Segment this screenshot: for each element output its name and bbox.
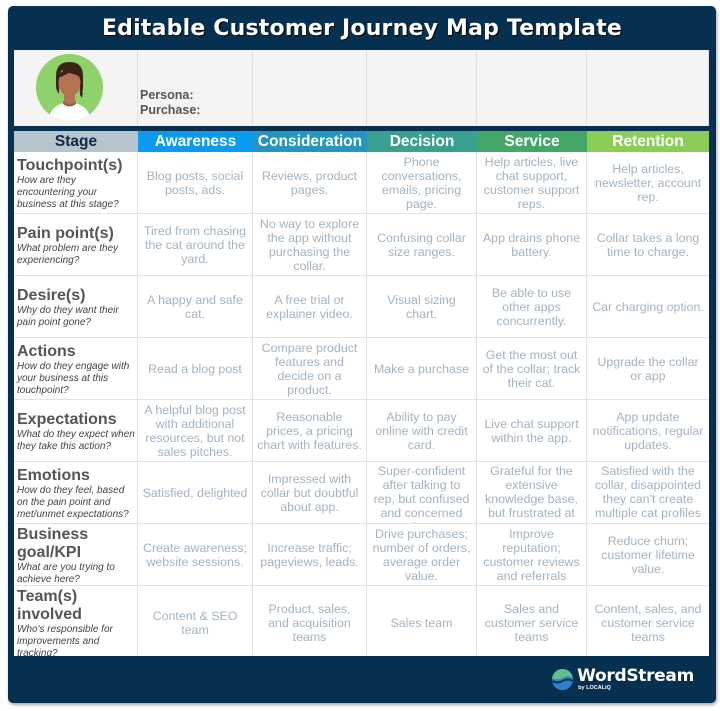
cell-decision[interactable]: Sales team bbox=[367, 586, 477, 656]
header-retention: Retention bbox=[587, 131, 709, 152]
row-title: Actions bbox=[17, 342, 76, 360]
cell-awareness[interactable]: A helpful blog post with additional reso… bbox=[138, 400, 253, 461]
cell-retention[interactable]: Car charging option. bbox=[587, 276, 709, 337]
row-label-cell: Actions How do they engage with your busi… bbox=[14, 338, 138, 399]
row-title: Pain point(s) bbox=[17, 224, 114, 242]
journey-row: Pain point(s) What problem are they exper… bbox=[14, 214, 709, 276]
persona-avatar-icon bbox=[48, 62, 91, 121]
cell-consideration[interactable]: Product, sales, and acquisition teams bbox=[253, 586, 367, 656]
row-label-cell: Expectations What do they expect when the… bbox=[14, 400, 138, 461]
cell-awareness[interactable]: Blog posts, social posts, ads. bbox=[138, 152, 253, 213]
cell-awareness[interactable]: Tired from chasing the cat around the ya… bbox=[138, 214, 253, 275]
wordstream-logo-icon bbox=[552, 668, 574, 690]
cell-consideration[interactable]: Reviews, product pages. bbox=[253, 152, 367, 213]
journey-row: Emotions How do they feel, based on the p… bbox=[14, 462, 709, 524]
cell-consideration[interactable]: Reasonable prices, a pricing chart with … bbox=[253, 400, 367, 461]
cell-retention[interactable]: Help articles, newsletter, account rep. bbox=[587, 152, 709, 213]
persona-blank-cell[interactable] bbox=[477, 50, 587, 126]
cell-decision[interactable]: Ability to pay online with credit card. bbox=[367, 400, 477, 461]
journey-row: Business goal/KPI What are you trying to … bbox=[14, 524, 709, 586]
cell-retention[interactable]: App update notifications, regular update… bbox=[587, 400, 709, 461]
row-subtitle: How are they encountering your business … bbox=[17, 174, 119, 210]
row-title: Team(s) involved bbox=[17, 588, 82, 623]
cell-consideration[interactable]: Increase traffic; pageviews, leads. bbox=[253, 524, 367, 585]
persona-info-cell[interactable]: Persona: Purchase: bbox=[138, 50, 253, 126]
cell-consideration[interactable]: A free trial or explainer video. bbox=[253, 276, 367, 337]
wordstream-logo: WordStream by LOCALiQ bbox=[552, 665, 694, 692]
journey-row: Actions How do they engage with your busi… bbox=[14, 338, 709, 400]
cell-service[interactable]: App drains phone battery. bbox=[477, 214, 587, 275]
row-subtitle: What are you trying to achieve here? bbox=[17, 561, 115, 585]
cell-decision[interactable]: Confusing collar size ranges. bbox=[367, 214, 477, 275]
row-subtitle: Why do they want their pain point gone? bbox=[17, 304, 119, 328]
header-consideration: Consideration bbox=[253, 131, 367, 152]
brand-name: WordStream bbox=[577, 665, 694, 686]
row-title: Business goal/KPI bbox=[17, 525, 89, 561]
journey-rows: Touchpoint(s) How are they encountering y… bbox=[14, 152, 709, 656]
journey-map-sheet: Persona: Purchase: Stage Awareness Consi… bbox=[14, 50, 709, 656]
cell-service[interactable]: Help articles, live chat support, custom… bbox=[477, 152, 587, 213]
journey-row: Team(s) involved Who's responsible for im… bbox=[14, 586, 709, 656]
row-label-cell: Emotions How do they feel, based on the p… bbox=[14, 462, 138, 523]
avatar-cell bbox=[14, 50, 138, 126]
persona-label: Persona: bbox=[140, 88, 194, 102]
header-service: Service bbox=[477, 131, 587, 152]
cell-awareness[interactable]: Content & SEO team bbox=[138, 586, 253, 656]
row-label-cell: Pain point(s) What problem are they exper… bbox=[14, 214, 138, 275]
row-subtitle: What do they expect when they take this … bbox=[17, 428, 135, 452]
cell-retention[interactable]: Collar takes a long time to charge. bbox=[587, 214, 709, 275]
cell-consideration[interactable]: Compare product features and decide on a… bbox=[253, 338, 367, 399]
row-label-cell: Touchpoint(s) How are they encountering y… bbox=[14, 152, 138, 213]
journey-row: Touchpoint(s) How are they encountering y… bbox=[14, 152, 709, 214]
cell-consideration[interactable]: No way to explore the app without purcha… bbox=[253, 214, 367, 275]
cell-consideration[interactable]: Impressed with collar but doubtful about… bbox=[253, 462, 367, 523]
persona-blank-cell[interactable] bbox=[367, 50, 477, 126]
row-label-cell: Desire(s) Why do they want their pain poi… bbox=[14, 276, 138, 337]
cell-service[interactable]: Grateful for the extensive knowledge bas… bbox=[477, 462, 587, 523]
cell-retention[interactable]: Content, sales, and customer service tea… bbox=[587, 586, 709, 656]
persona-row: Persona: Purchase: bbox=[14, 50, 709, 126]
cell-service[interactable]: Get the most out of the collar; track th… bbox=[477, 338, 587, 399]
cell-decision[interactable]: Make a purchase bbox=[367, 338, 477, 399]
journey-row: Expectations What do they expect when the… bbox=[14, 400, 709, 462]
persona-blank-cell[interactable] bbox=[253, 50, 367, 126]
cell-awareness[interactable]: Read a blog post bbox=[138, 338, 253, 399]
cell-service[interactable]: Live chat support within the app. bbox=[477, 400, 587, 461]
cell-awareness[interactable]: Satisfied, delighted bbox=[138, 462, 253, 523]
cell-decision[interactable]: Super-confident after talking to rep, bu… bbox=[367, 462, 477, 523]
row-label-cell: Team(s) involved Who's responsible for im… bbox=[14, 586, 138, 656]
journey-row: Desire(s) Why do they want their pain poi… bbox=[14, 276, 709, 338]
purchase-label: Purchase: bbox=[140, 102, 201, 117]
avatar bbox=[36, 54, 103, 121]
cell-decision[interactable]: Visual sizing chart. bbox=[367, 276, 477, 337]
cell-decision[interactable]: Drive purchases; number of orders, avera… bbox=[367, 524, 477, 585]
row-title: Desire(s) bbox=[17, 286, 86, 304]
stage-header-row: Stage Awareness Consideration Decision S… bbox=[14, 131, 709, 152]
cell-retention[interactable]: Satisfied with the collar, disappointed … bbox=[587, 462, 709, 523]
row-title: Expectations bbox=[17, 410, 117, 428]
row-subtitle: What problem are they experiencing? bbox=[17, 242, 119, 266]
persona-blank-cell[interactable] bbox=[587, 50, 709, 126]
journey-map-frame: Editable Customer Journey Map Template P… bbox=[8, 6, 716, 703]
row-subtitle: How do they feel, based on the pain poin… bbox=[17, 484, 129, 520]
row-title: Touchpoint(s) bbox=[17, 156, 123, 174]
row-title: Emotions bbox=[17, 466, 90, 484]
cell-awareness[interactable]: Create awareness; website sessions. bbox=[138, 524, 253, 585]
cell-service[interactable]: Be able to use other apps concurrently. bbox=[477, 276, 587, 337]
cell-retention[interactable]: Reduce churn; customer lifetime value. bbox=[587, 524, 709, 585]
cell-retention[interactable]: Upgrade the collar or app bbox=[587, 338, 709, 399]
row-label-cell: Business goal/KPI What are you trying to … bbox=[14, 524, 138, 585]
brand-byline: by LOCALiQ bbox=[578, 684, 611, 691]
page-title: Editable Customer Journey Map Template bbox=[101, 15, 623, 41]
cell-service[interactable]: Sales and customer service teams bbox=[477, 586, 587, 656]
cell-decision[interactable]: Phone conversations, emails, pricing pag… bbox=[367, 152, 477, 213]
header-awareness: Awareness bbox=[138, 131, 253, 152]
header-stage: Stage bbox=[14, 131, 138, 152]
cell-service[interactable]: Improve reputation; customer reviews and… bbox=[477, 524, 587, 585]
row-subtitle: How do they engage with your business at… bbox=[17, 360, 130, 396]
header-decision: Decision bbox=[367, 131, 477, 152]
row-subtitle: Who's responsible for improvements and t… bbox=[17, 624, 113, 656]
cell-awareness[interactable]: A happy and safe cat. bbox=[138, 276, 253, 337]
